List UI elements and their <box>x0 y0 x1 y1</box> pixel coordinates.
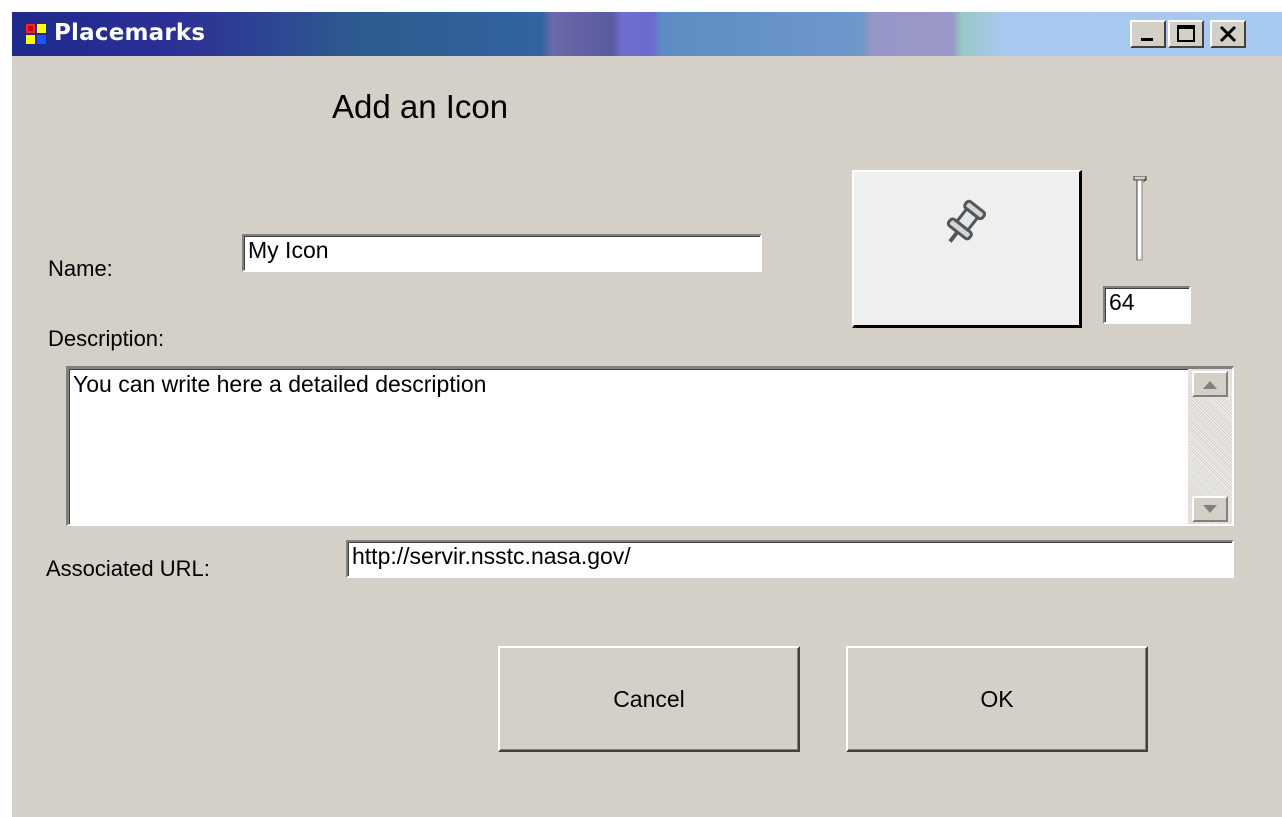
url-field-value: http://servir.nsstc.nasa.gov/ <box>352 543 631 569</box>
cancel-button[interactable]: Cancel <box>498 646 800 752</box>
name-label: Name: <box>48 256 113 281</box>
window-title: Placemarks <box>54 20 206 46</box>
scroll-down-icon <box>1203 505 1217 513</box>
ok-button-label: OK <box>980 685 1014 712</box>
scroll-down-button[interactable] <box>1192 496 1228 522</box>
name-field[interactable]: My Icon <box>242 234 762 272</box>
description-label: Description: <box>48 326 165 351</box>
size-field[interactable]: 64 <box>1103 286 1191 324</box>
title-bar[interactable]: Placemarks <box>12 12 1282 56</box>
app-window-icon <box>24 22 48 46</box>
size-field-value: 64 <box>1109 289 1135 315</box>
maximize-button[interactable] <box>1168 20 1204 48</box>
dialog-heading: Add an Icon <box>332 88 509 125</box>
description-text: You can write here a detailed descriptio… <box>73 371 487 397</box>
scroll-up-button[interactable] <box>1192 371 1228 397</box>
description-textarea[interactable]: You can write here a detailed descriptio… <box>66 366 1234 526</box>
icon-preview-button[interactable] <box>852 170 1082 328</box>
url-label: Associated URL: <box>46 556 210 581</box>
minimize-icon <box>1141 38 1153 41</box>
cancel-button-label: Cancel <box>613 685 685 712</box>
placemarks-window: Placemarks Add an Icon Name: My Icon 64 … <box>10 10 1282 817</box>
size-slider[interactable] <box>1133 176 1147 262</box>
name-field-value: My Icon <box>248 237 329 263</box>
url-field[interactable]: http://servir.nsstc.nasa.gov/ <box>346 540 1234 578</box>
scroll-up-icon <box>1203 381 1217 389</box>
ok-button[interactable]: OK <box>846 646 1148 752</box>
description-scrollbar[interactable] <box>1188 369 1232 524</box>
close-icon <box>1219 25 1237 43</box>
minimize-button[interactable] <box>1130 20 1166 48</box>
maximize-icon <box>1177 25 1195 42</box>
pushpin-icon <box>946 199 987 243</box>
close-button[interactable] <box>1210 20 1246 48</box>
